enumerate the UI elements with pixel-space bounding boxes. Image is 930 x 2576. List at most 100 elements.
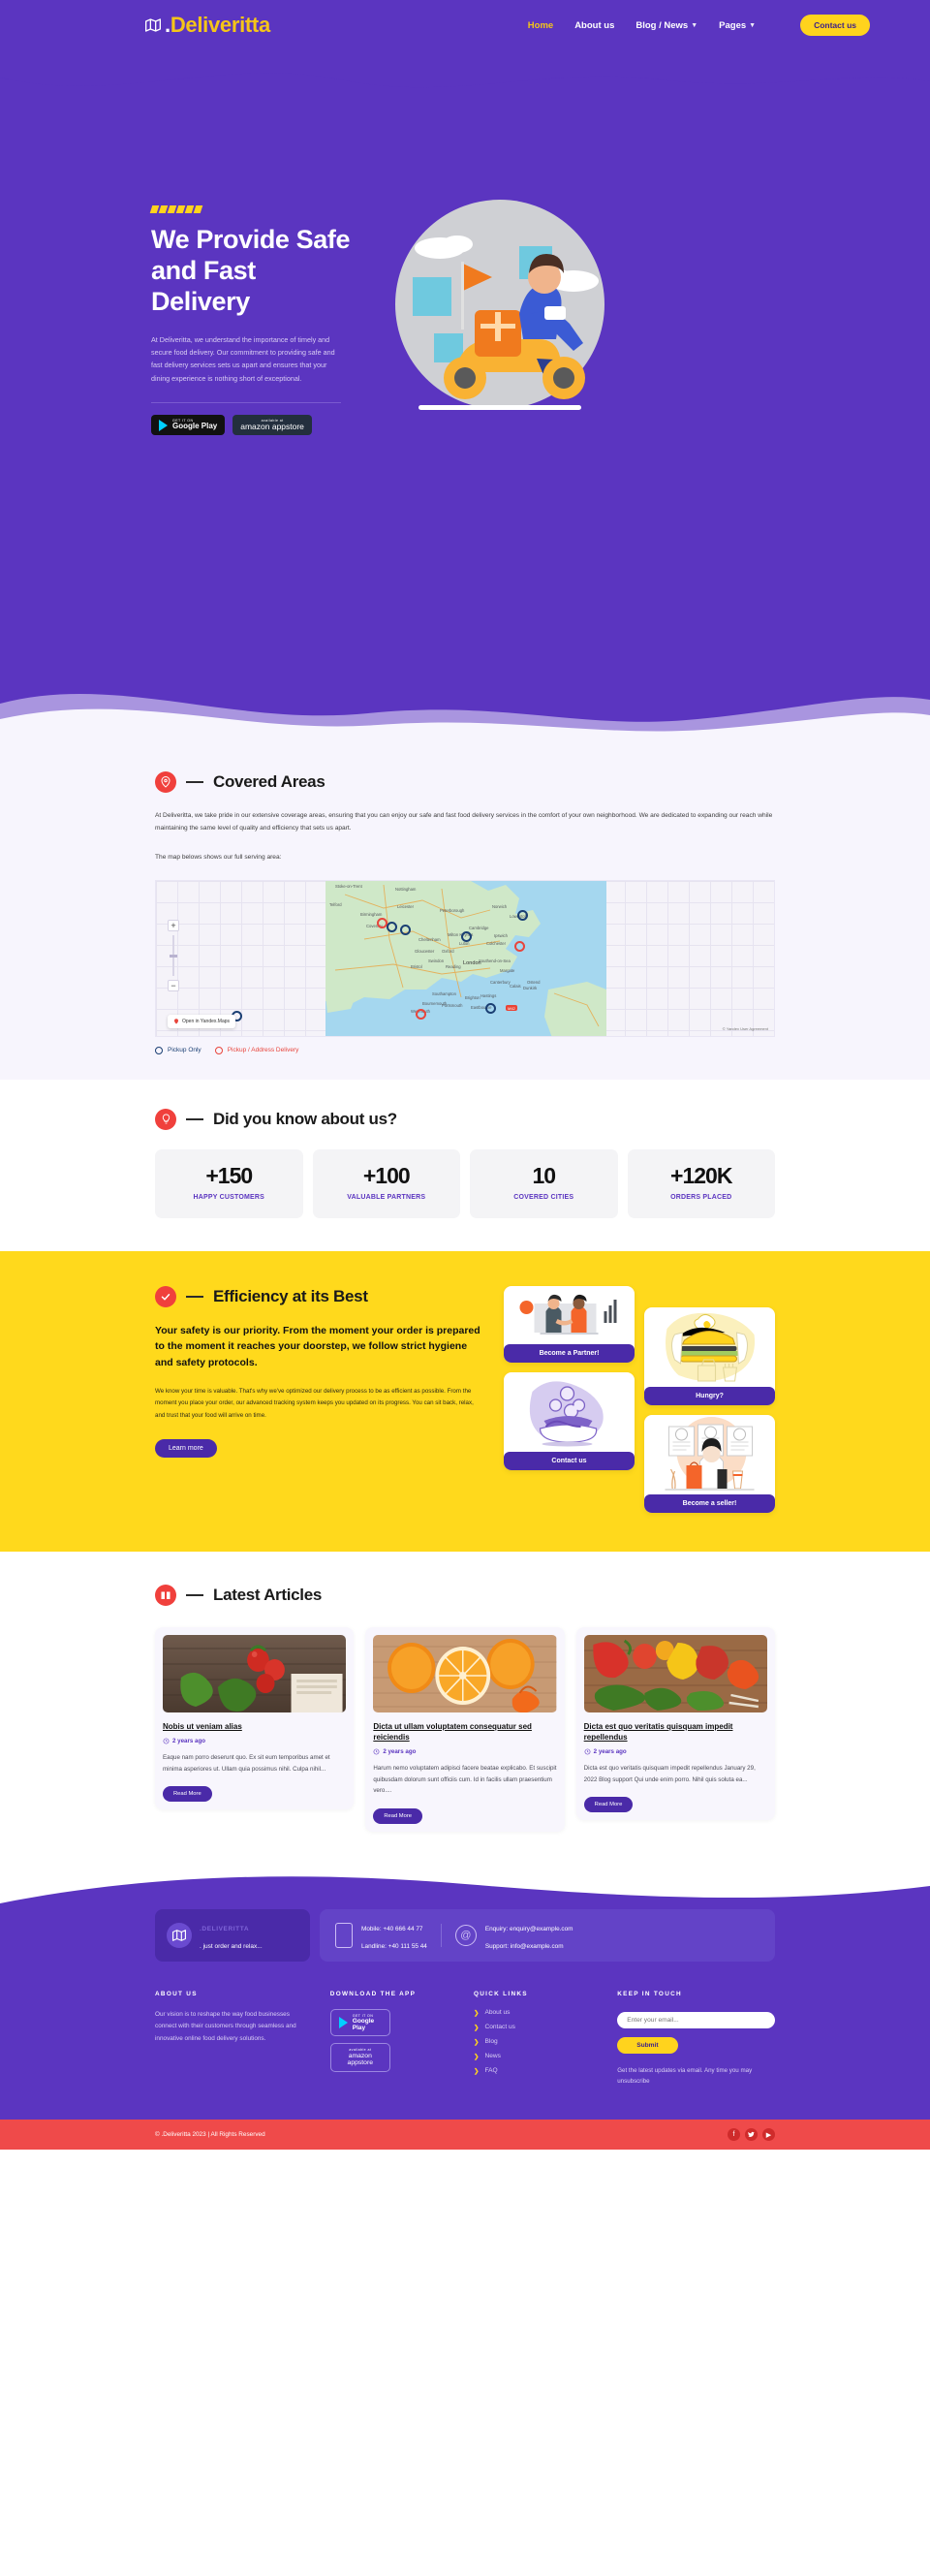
map-pin-blue[interactable]: [400, 924, 411, 935]
map-pin-blue[interactable]: [485, 1002, 496, 1014]
google-play-badge[interactable]: GET IT ON Google Play: [151, 414, 226, 436]
svg-text:Ipswich: Ipswich: [494, 933, 509, 938]
stat-value: +150: [205, 1162, 253, 1188]
efficiency-card-partner[interactable]: Become a Partner!: [504, 1286, 635, 1364]
submit-button[interactable]: Submit: [617, 2036, 678, 2054]
email-field[interactable]: [617, 2011, 775, 2028]
article-title[interactable]: Dicta ut ullam voluptatem consequatur se…: [373, 1721, 556, 1743]
quick-link-faq[interactable]: FAQ: [484, 2067, 497, 2074]
articles-header: Latest Articles: [155, 1585, 775, 1607]
become-a-seller-button[interactable]: Become a seller!: [644, 1494, 775, 1514]
latest-articles-section: Latest Articles Nobis ut veniam alias 2 …: [0, 1552, 930, 1870]
quick-link-news[interactable]: News: [484, 2053, 501, 2059]
become-a-partner-button[interactable]: Become a Partner!: [504, 1344, 635, 1364]
google-play-large: Google Play: [172, 422, 218, 431]
tomatoes-pasta-photo: [163, 1635, 347, 1713]
hero-body: We Provide Safe and Fast Delivery At Del…: [0, 50, 930, 738]
articles-row: Nobis ut veniam alias 2 years ago Eaque …: [155, 1627, 775, 1832]
contact-bar-brand[interactable]: .DELIVERITTA . just order and relax...: [155, 1908, 310, 1962]
burger-hands-illustration: [651, 1307, 768, 1388]
map-zoom-control[interactable]: + −: [168, 919, 179, 991]
nav-links: Home About us Blog / News ▼ Pages ▼ Cont…: [528, 15, 870, 36]
stat-value: +120K: [670, 1162, 732, 1188]
legend-pickup-only[interactable]: Pickup Only: [155, 1046, 202, 1054]
map-pin-blue[interactable]: [517, 909, 528, 921]
zoom-in-button[interactable]: +: [168, 919, 179, 931]
stat-label: ORDERS PLACED: [670, 1193, 732, 1201]
article-title[interactable]: Nobis ut veniam alias: [163, 1721, 346, 1732]
nav-item-home[interactable]: Home: [528, 20, 553, 31]
youtube-icon[interactable]: ▶: [762, 2128, 775, 2142]
read-more-button[interactable]: Read More: [163, 1786, 212, 1803]
legend-pickup-delivery[interactable]: Pickup / Address Delivery: [214, 1046, 299, 1054]
contact-us-button[interactable]: Contact us: [800, 15, 870, 36]
map-pin-red[interactable]: [416, 1008, 426, 1020]
hungry-button[interactable]: Hungry?: [644, 1387, 775, 1406]
article-title[interactable]: Dicta est quo veritatis quisquam impedit…: [584, 1721, 767, 1743]
efficiency-body: We know your time is valuable. That's wh…: [155, 1387, 474, 1419]
covered-areas-paragraph-1: At Deliveritta, we take pride in our ext…: [155, 812, 773, 832]
nav-item-blog-news[interactable]: Blog / News ▼: [636, 20, 698, 31]
footer-keep-in-touch-heading: KEEP IN TOUCH: [617, 1990, 682, 1997]
legend-pickup-delivery-label: Pickup / Address Delivery: [227, 1047, 299, 1054]
map-pin-red[interactable]: [514, 940, 525, 952]
read-more-button[interactable]: Read More: [583, 1797, 634, 1813]
footer-download-heading: DOWNLOAD THE APP: [329, 1990, 417, 1997]
nav-item-about-us[interactable]: About us: [574, 20, 614, 31]
map-pin-blue[interactable]: [461, 930, 472, 942]
hero-section: .Deliveritta Home About us Blog / News ▼…: [0, 0, 930, 738]
efficiency-card-hungry[interactable]: Hungry?: [644, 1307, 775, 1406]
article-card[interactable]: Nobis ut veniam alias 2 years ago Eaque …: [155, 1627, 355, 1810]
hero-bottom-wave: [0, 693, 930, 738]
footer-google-play-badge[interactable]: GET IT ON Google Play: [329, 2008, 390, 2037]
chevron-down-icon: ▼: [691, 21, 698, 29]
footer-columns: ABOUT US Our vision is to reshape the wa…: [155, 1962, 775, 2120]
efficiency-card-seller[interactable]: Become a seller!: [644, 1415, 775, 1514]
nav-item-pages-label: Pages: [719, 19, 747, 31]
zoom-slider-knob[interactable]: [170, 954, 177, 958]
efficiency-card-contact[interactable]: Contact us: [504, 1372, 635, 1471]
newsletter-note: Get the latest updates via email. Any ti…: [617, 2066, 753, 2085]
contact-bar: .DELIVERITTA . just order and relax... M…: [155, 1908, 775, 1962]
learn-more-button[interactable]: Learn more: [155, 1439, 217, 1459]
article-card[interactable]: Dicta ut ullam voluptatem consequatur se…: [365, 1627, 565, 1832]
quick-link-blog[interactable]: Blog: [484, 2038, 497, 2045]
list-item[interactable]: ❯ Blog: [474, 2038, 600, 2046]
nav-item-blog-news-label: Blog / News: [636, 19, 689, 31]
footer-amazon-badge[interactable]: available at amazon appstore: [329, 2043, 390, 2072]
list-item[interactable]: ❯ FAQ: [474, 2067, 600, 2075]
nav-item-pages[interactable]: Pages ▼: [719, 20, 756, 31]
map-pin-blue[interactable]: [387, 921, 397, 932]
coverage-map[interactable]: Stoke-on-Trent Nottingham Telford Leiceste…: [155, 879, 775, 1037]
clock-icon: [584, 1749, 591, 1755]
footer-quick-links-heading: QUICK LINKS: [474, 1990, 528, 1997]
covered-areas-header: Covered Areas: [155, 771, 775, 793]
zoom-slider-track[interactable]: [170, 934, 177, 976]
list-item[interactable]: ❯ Contact us: [474, 2024, 600, 2031]
open-in-yandex-maps-link[interactable]: Open in Yandex.Maps: [168, 1014, 236, 1028]
stat-value: +100: [362, 1162, 411, 1188]
list-item[interactable]: ❯ About us: [474, 2009, 600, 2017]
zoom-out-button[interactable]: −: [168, 979, 179, 991]
covered-areas-section: Covered Areas At Deliveritta, we take pr…: [0, 738, 930, 1080]
page-root: .Deliveritta Home About us Blog / News ▼…: [0, 0, 930, 2151]
read-more-button[interactable]: Read More: [373, 1807, 423, 1824]
list-item[interactable]: ❯ News: [474, 2053, 600, 2060]
contact-bar-brand-title: .DELIVERITTA: [200, 1925, 250, 1932]
article-card[interactable]: Dicta est quo veritatis quisquam impedit…: [575, 1627, 775, 1821]
contact-us-card-button[interactable]: Contact us: [504, 1452, 635, 1471]
quick-link-contact-us[interactable]: Contact us: [484, 2024, 515, 2030]
hero-store-badges: GET IT ON Google Play available at amazo…: [151, 414, 351, 436]
legend-pickup-only-label: Pickup Only: [168, 1047, 202, 1054]
article-excerpt: Dicta est quo veritatis quisquam impedit…: [583, 1765, 756, 1783]
svg-text:Peterborough: Peterborough: [440, 908, 465, 913]
article-date: 2 years ago: [383, 1748, 417, 1756]
header-dash: [186, 1296, 203, 1299]
amazon-appstore-badge[interactable]: available at amazon appstore: [232, 414, 312, 436]
quick-link-about-us[interactable]: About us: [484, 2009, 510, 2016]
brand-logo[interactable]: .Deliveritta: [145, 13, 270, 38]
twitter-icon[interactable]: [745, 2128, 758, 2142]
facebook-icon[interactable]: f: [728, 2128, 740, 2142]
hero-stripes-decoration: [149, 205, 351, 213]
stat-label: VALUABLE PARTNERS: [347, 1193, 426, 1201]
